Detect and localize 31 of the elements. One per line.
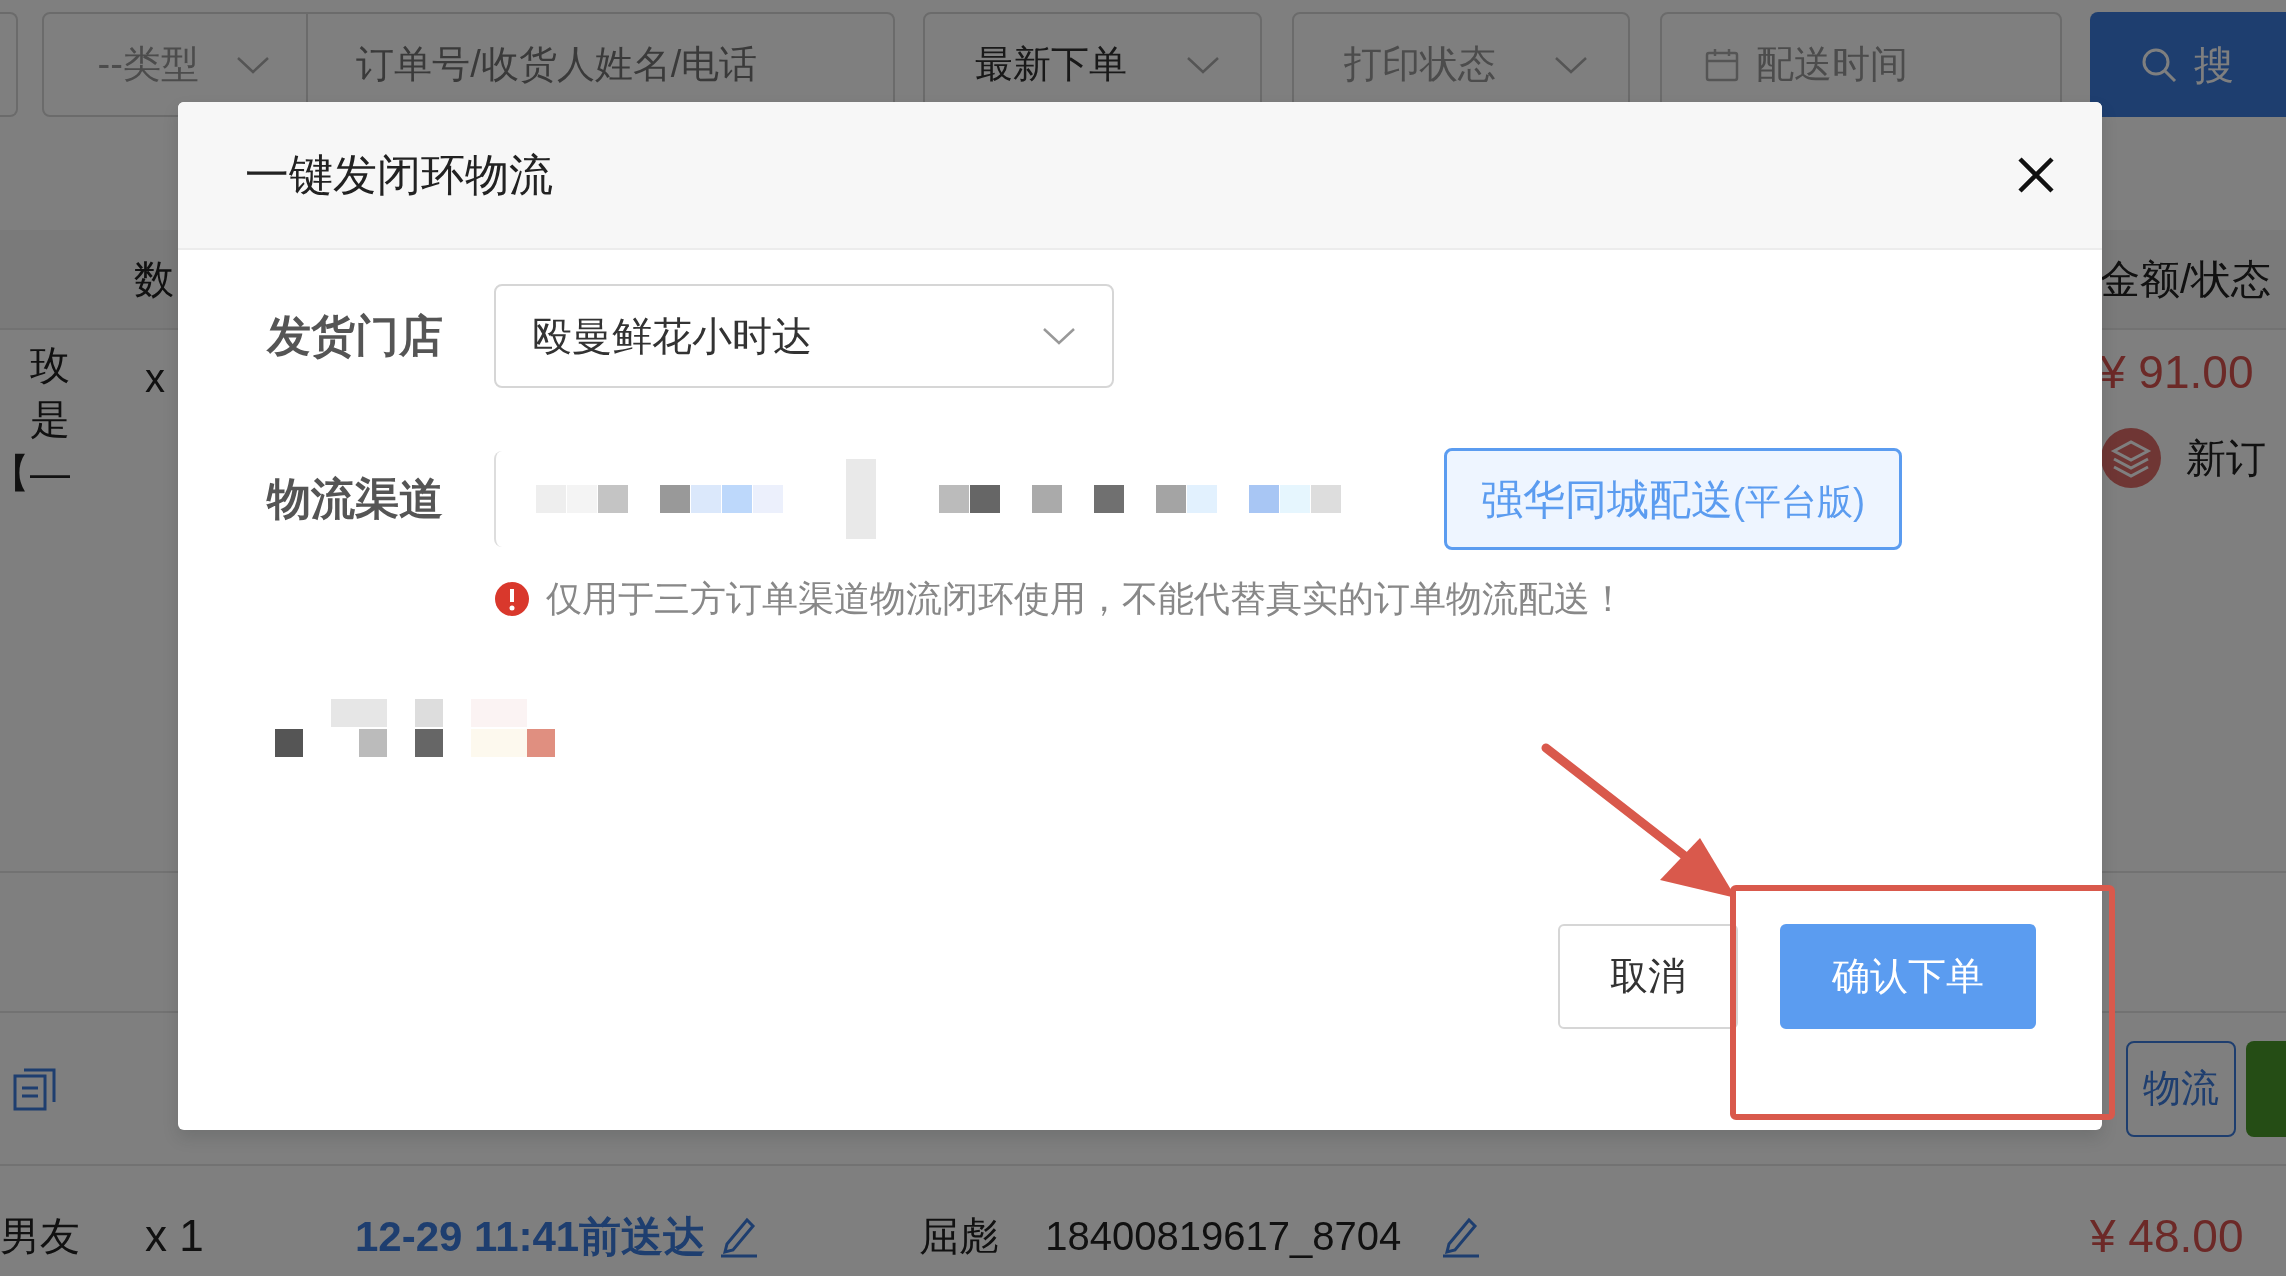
cancel-button[interactable]: 取消 [1558,924,1738,1029]
search-button[interactable]: 搜 [2090,12,2286,117]
product-name-text: 玫 [30,342,70,389]
logistics-button[interactable]: 物流 [2126,1040,2236,1137]
product-name-text: 男友 [0,1213,81,1260]
status-text: 新订 [2186,435,2266,482]
column-header: 金额/状态 [2100,256,2273,303]
field-label: 发货门店 [267,310,444,362]
product-name-text: 是 [30,396,70,443]
amount-text: ¥ 48.00 [2090,1208,2245,1264]
caret-icon [1554,54,1589,75]
recipient-name-text: 屈彪 [919,1213,1001,1260]
delivery-time-text: 12-29 11:41前送达 [355,1211,706,1262]
caret-icon [1042,326,1076,346]
caret-icon [1185,54,1220,75]
dialog-title: 一键发闭环物流 [245,149,553,201]
channel-option-button[interactable]: 强华同城配送(平台版) [1444,448,1902,550]
product-name-text: 【— [0,450,70,497]
confirm-button[interactable]: 确认下单 [1780,924,2036,1029]
warning-icon [494,581,530,617]
field-label: 物流渠道 [267,473,444,525]
store-select[interactable]: 殴曼鲜花小时达 [494,284,1114,388]
quantity-text: x 1 [145,1210,205,1262]
calendar-icon [1704,46,1741,83]
column-header: 数 [134,256,174,303]
amount-text: ¥ 91.00 [2100,345,2255,400]
phone-text: 18400819617_8704 [1045,1213,1402,1260]
caret-icon [236,54,271,75]
quantity-text: x [145,355,165,402]
warning-text: 仅用于三方订单渠道物流闭环使用，不能代替真实的订单物流配送！ [546,577,1626,621]
close-icon[interactable] [2016,155,2056,195]
